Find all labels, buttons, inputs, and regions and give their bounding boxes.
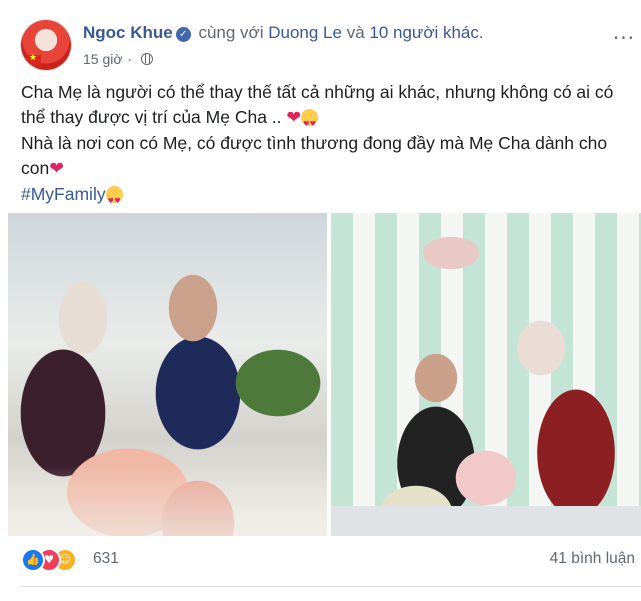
comment-count-link[interactable]: 41 bình luận [550, 550, 635, 568]
facebook-post: Ngoc Khue✓ cùng với Duong Le và 10 người… [0, 0, 641, 601]
vietnam-flag-icon [25, 53, 41, 66]
verified-badge-icon: ✓ [175, 27, 191, 42]
hashtag-link[interactable]: #MyFamily [21, 184, 106, 204]
globe-icon[interactable] [141, 53, 153, 65]
heart-eyes-face-icon [301, 109, 319, 137]
footer-divider [21, 586, 641, 587]
photo-right-table [331, 506, 641, 536]
reaction-count[interactable]: 631 [93, 550, 119, 568]
family-photo-left[interactable] [8, 213, 327, 536]
red-heart-icon: ❤ [49, 159, 64, 179]
kissing-face-icon [105, 186, 123, 214]
tagged-others-link[interactable]: 10 người khác. [369, 23, 483, 42]
family-photo-right[interactable] [331, 213, 641, 536]
hashtag-line: #MyFamily [21, 182, 621, 214]
and-text: và [346, 23, 365, 42]
post-timestamp[interactable]: 15 giờ [83, 51, 123, 67]
more-options-icon[interactable]: ··· [613, 26, 635, 50]
author-name[interactable]: Ngoc Khue [83, 23, 173, 42]
post-meta: 15 giờ · [83, 51, 153, 67]
photo-left-table [8, 466, 327, 536]
post-paragraph-2: Nhà là nơi con có Mẹ, có được tình thươn… [21, 131, 621, 182]
author-avatar[interactable] [21, 20, 71, 70]
like-icon: 👍 [21, 548, 45, 572]
post-body: Cha Mẹ là người có thể thay thế tất cả n… [21, 80, 621, 214]
post-header: Ngoc Khue✓ cùng với Duong Le và 10 người… [21, 20, 641, 72]
post-paragraph-1: Cha Mẹ là người có thể thay thế tất cả n… [21, 80, 621, 137]
red-heart-icon: ❤ [286, 108, 302, 128]
post-paragraph-2-text: Nhà là nơi con có Mẹ, có được tình thươn… [21, 133, 608, 178]
with-prefix: cùng với [198, 23, 264, 42]
author-line: Ngoc Khue ✓ cùng với Duong Le và 10 người… [83, 23, 484, 43]
tagged-person-link[interactable]: Duong Le [268, 23, 342, 42]
